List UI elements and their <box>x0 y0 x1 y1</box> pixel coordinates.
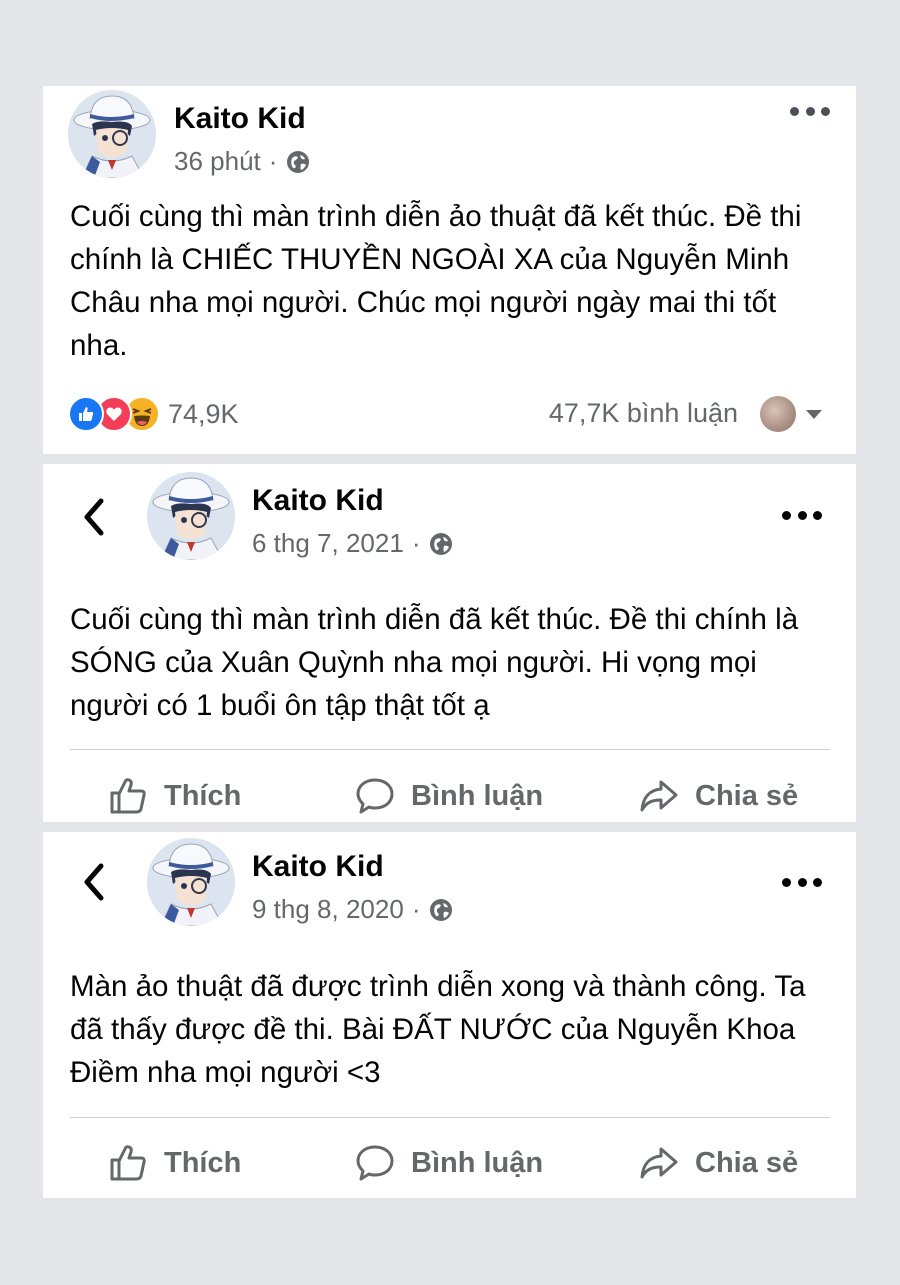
comment-bubble-icon <box>355 776 395 816</box>
comment-label: Bình luận <box>411 779 544 812</box>
comment-label: Bình luận <box>411 1146 544 1179</box>
more-options-icon[interactable] <box>782 505 822 525</box>
globe-icon <box>285 149 311 175</box>
reaction-count: 74,9K <box>168 398 239 429</box>
meta-separator: · <box>411 528 421 558</box>
meta-separator: · <box>268 146 278 176</box>
share-arrow-icon <box>639 776 679 816</box>
thumbs-up-icon <box>108 1143 148 1183</box>
avatar[interactable] <box>147 838 235 926</box>
share-label: Chia sẻ <box>695 779 799 812</box>
post-time[interactable]: 9 thg 8, 2020 <box>252 894 404 925</box>
post-card: Kaito Kid 9 thg 8, 2020 · Màn ảo thuật đ… <box>43 832 856 1198</box>
like-label: Thích <box>164 1146 242 1179</box>
post-text: Cuối cùng thì màn trình diễn đã kết thúc… <box>70 603 799 722</box>
post-time[interactable]: 6 thg 7, 2021 <box>252 528 404 559</box>
thumbs-up-icon <box>108 776 148 816</box>
post-meta: 36 phút · <box>174 146 311 177</box>
globe-icon <box>428 531 454 557</box>
meta-separator: · <box>411 894 421 924</box>
more-options-icon[interactable] <box>790 101 830 121</box>
post-meta: 6 thg 7, 2021 · <box>252 528 454 559</box>
like-icon <box>68 396 104 432</box>
post-time[interactable]: 36 phút <box>174 146 261 177</box>
back-chevron-icon[interactable] <box>79 862 109 902</box>
caret-down-icon[interactable] <box>806 410 822 419</box>
more-options-icon[interactable] <box>782 872 822 892</box>
comment-count[interactable]: 47,7K bình luận <box>549 398 738 429</box>
divider <box>70 1117 830 1118</box>
share-button[interactable]: Chia sẻ <box>639 1143 798 1183</box>
reactions-summary[interactable]: 74,9K <box>68 396 239 432</box>
post-text: Cuối cùng thì màn trình diễn ảo thuật đã… <box>70 200 802 362</box>
author-name[interactable]: Kaito Kid <box>252 484 384 518</box>
comment-button[interactable]: Bình luận <box>355 1143 543 1183</box>
author-name[interactable]: Kaito Kid <box>174 102 306 136</box>
avatar[interactable] <box>147 472 235 560</box>
share-button[interactable]: Chia sẻ <box>639 776 798 816</box>
globe-icon <box>428 897 454 923</box>
comment-bubble-icon <box>355 1143 395 1183</box>
like-label: Thích <box>164 779 242 812</box>
author-name[interactable]: Kaito Kid <box>252 850 384 884</box>
post-text: Màn ảo thuật đã được trình diễn xong và … <box>70 970 806 1089</box>
viewer-avatar[interactable] <box>760 396 796 432</box>
avatar[interactable] <box>68 90 156 178</box>
back-chevron-icon[interactable] <box>79 497 109 537</box>
divider <box>70 749 830 750</box>
post-card: Kaito Kid 6 thg 7, 2021 · Cuối cùng thì … <box>43 464 856 822</box>
share-label: Chia sẻ <box>695 1146 799 1179</box>
comment-button[interactable]: Bình luận <box>355 776 543 816</box>
post-card: Kaito Kid 36 phút · Cuối cùng thì màn tr… <box>43 86 856 454</box>
post-meta: 9 thg 8, 2020 · <box>252 894 454 925</box>
like-button[interactable]: Thích <box>108 1143 241 1183</box>
share-arrow-icon <box>639 1143 679 1183</box>
like-button[interactable]: Thích <box>108 776 241 816</box>
